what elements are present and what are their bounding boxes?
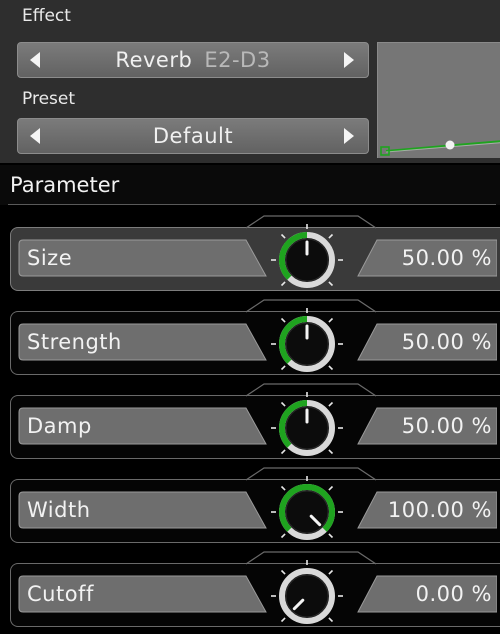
reverb-effect-panel: Effect Reverb E2-D3 Preset Default Param… xyxy=(0,0,500,627)
preset-name: Default xyxy=(152,124,234,148)
parameter-value[interactable]: 0.00 % xyxy=(416,575,492,613)
curve-handle-icon xyxy=(445,140,455,150)
parameter-value[interactable]: 100.00 % xyxy=(388,491,492,529)
curve-line xyxy=(385,140,500,152)
parameter-row-damp: Damp 50.00 % xyxy=(10,383,500,459)
effect-label: Effect xyxy=(22,6,71,26)
parameter-row-size: Size 50.00 % xyxy=(10,215,500,291)
effect-next-arrow-icon[interactable] xyxy=(334,43,364,77)
parameter-row-strength: Strength 50.00 % xyxy=(10,299,500,375)
parameter-knob-icon[interactable] xyxy=(269,222,345,298)
parameter-divider xyxy=(8,204,496,205)
preset-prev-arrow-icon[interactable] xyxy=(20,119,50,153)
parameter-label: Strength xyxy=(27,330,122,354)
parameter-row-cutoff: Cutoff 0.00 % xyxy=(10,551,500,627)
preset-selector[interactable]: Default xyxy=(17,118,369,154)
parameter-knob-icon[interactable] xyxy=(269,306,345,382)
effect-prev-arrow-icon[interactable] xyxy=(20,43,50,77)
parameter-header: Parameter xyxy=(0,165,500,205)
parameter-value[interactable]: 50.00 % xyxy=(402,239,492,277)
preset-value: Default xyxy=(58,119,328,153)
parameter-value[interactable]: 50.00 % xyxy=(402,407,492,445)
parameter-label: Cutoff xyxy=(27,582,94,606)
parameter-label: Damp xyxy=(27,414,92,438)
effect-value: Reverb E2-D3 xyxy=(58,43,328,77)
effect-range: E2-D3 xyxy=(204,48,271,72)
effect-preset-section: Effect Reverb E2-D3 Preset Default xyxy=(0,0,500,163)
parameter-value[interactable]: 50.00 % xyxy=(402,323,492,361)
parameter-row-width: Width 100.00 % xyxy=(10,467,500,543)
effect-name: Reverb xyxy=(115,48,193,72)
parameter-knob-icon[interactable] xyxy=(269,558,345,634)
preset-label: Preset xyxy=(22,89,76,109)
curve-highlight xyxy=(385,142,500,153)
parameter-knob-icon[interactable] xyxy=(269,474,345,550)
response-curve-display[interactable] xyxy=(377,42,500,158)
effect-selector[interactable]: Reverb E2-D3 xyxy=(17,42,369,78)
parameter-label: Width xyxy=(27,498,91,522)
parameter-title: Parameter xyxy=(10,173,120,197)
parameter-knob-icon[interactable] xyxy=(269,390,345,466)
preset-next-arrow-icon[interactable] xyxy=(334,119,364,153)
parameter-label: Size xyxy=(27,246,73,270)
